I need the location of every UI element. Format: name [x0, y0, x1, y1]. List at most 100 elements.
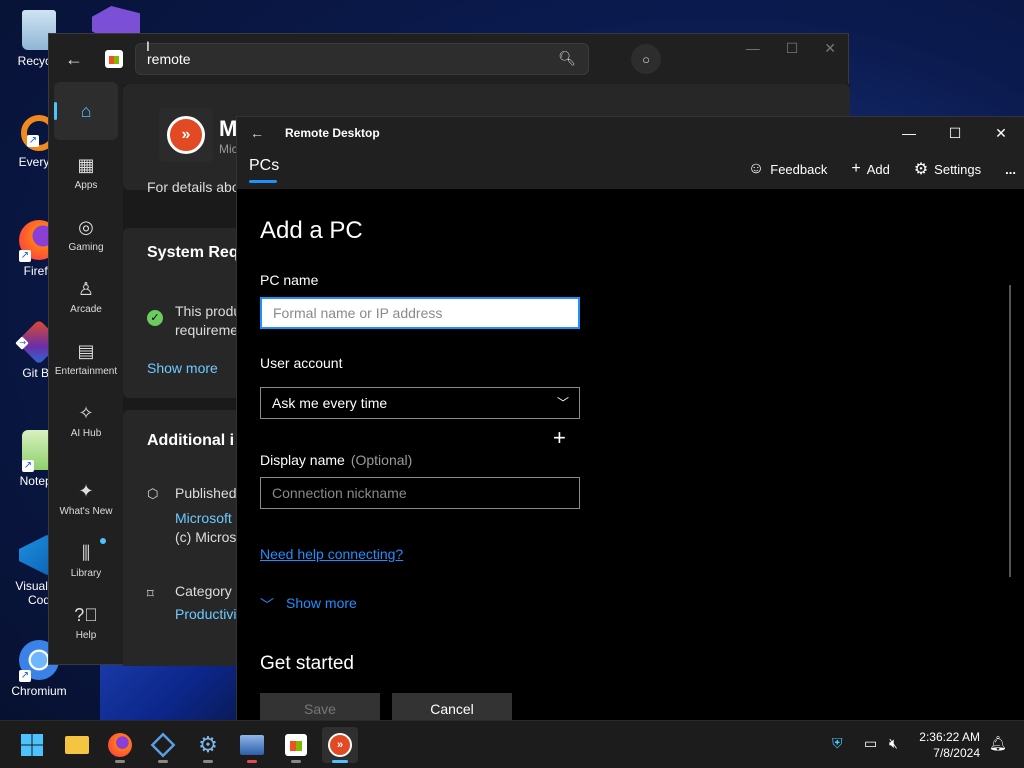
category-link[interactable]: Productivi — [175, 606, 236, 622]
chevron-down-icon: ﹀ — [556, 396, 569, 410]
sidebar-item-entertainment[interactable]: ▤ Entertainment — [54, 330, 118, 388]
shortcut-arrow-icon: ↗ — [19, 670, 31, 682]
need-help-link[interactable]: Need help connecting? — [260, 546, 403, 562]
account-icon[interactable]: ○ — [631, 44, 661, 74]
taskbar-remote-desktop[interactable]: » — [322, 727, 358, 763]
clock-date: 7/8/2024 — [933, 746, 980, 760]
more-button[interactable]: ... — [1005, 162, 1016, 177]
sidebar-item-arcade[interactable]: ♙ Arcade — [54, 268, 118, 326]
text-cursor-icon: I — [146, 38, 150, 54]
app-publisher: Mic — [219, 142, 238, 156]
desktop-icon-label: Chromium — [11, 684, 67, 698]
running-indicator — [203, 760, 213, 763]
add-user-account-icon[interactable]: + — [553, 425, 566, 451]
apps-icon: ▦ — [77, 154, 95, 175]
app-icon: » — [159, 108, 213, 162]
start-button[interactable] — [14, 727, 50, 763]
taskbar-virtualbox[interactable] — [145, 727, 181, 763]
taskbar-file-explorer[interactable] — [59, 727, 95, 763]
sidebar-item-label: AI Hub — [70, 427, 102, 439]
show-more-link[interactable]: Show more — [147, 360, 218, 376]
sidebar-item-home[interactable]: ⌂ — [54, 82, 118, 140]
clock-time: 2:36:22 AM — [919, 730, 980, 744]
optional-hint: (Optional) — [350, 452, 413, 468]
taskbar-remote-connection[interactable] — [234, 727, 270, 763]
display-name-label: Display name (Optional) — [260, 452, 412, 468]
notification-dot — [100, 538, 106, 544]
sidebar-item-library[interactable]: ⫼ Library — [54, 532, 118, 590]
add-button[interactable]: + Add — [851, 160, 889, 178]
volume-muted-icon[interactable]: 🔇︎ — [889, 735, 898, 752]
add-label: Add — [866, 161, 890, 177]
entertainment-icon: ▤ — [77, 340, 95, 361]
remote-connection-icon — [240, 735, 264, 755]
smiley-icon: ☺ — [747, 160, 765, 177]
package-icon: ⬡ — [147, 486, 159, 501]
req-line-1: This produ — [175, 303, 242, 319]
sidebar-item-label: Gaming — [68, 241, 104, 253]
search-input-value: remote — [147, 51, 191, 67]
window-controls: — ☐ ✕ — [746, 40, 836, 57]
taskbar-settings[interactable]: ⚙ — [190, 727, 226, 763]
settings-button[interactable]: ⚙ Settings — [914, 159, 981, 179]
display-name-text: Display name — [260, 452, 345, 468]
user-account-select[interactable]: Ask me every time ﹀ — [260, 387, 580, 419]
display-name-input[interactable] — [260, 477, 580, 509]
active-indicator — [332, 760, 348, 763]
search-icon[interactable]: 🔍︎ — [558, 50, 576, 67]
pc-name-label: PC name — [260, 272, 319, 288]
sidebar-item-label: What's New — [59, 505, 113, 517]
bookmark-icon: ⌑ — [147, 586, 154, 601]
sidebar-item-whats-new[interactable]: ✦ What's New — [54, 470, 118, 528]
taskbar-microsoft-store[interactable] — [278, 727, 314, 763]
network-icon[interactable]: ▭ — [864, 735, 877, 752]
store-logo-icon — [105, 50, 123, 68]
taskbar-firefox[interactable] — [102, 727, 138, 763]
close-icon[interactable]: ✕ — [824, 40, 836, 57]
minimize-icon[interactable]: — — [886, 117, 932, 149]
sidebar-item-label: Arcade — [70, 303, 102, 315]
remote-desktop-window: ← Remote Desktop — ☐ ✕ PCs ☺ Feedback + … — [236, 116, 1024, 725]
toolbar-actions: ☺ Feedback + Add ⚙ Settings ... — [748, 159, 1016, 179]
get-started-heading: Get started — [260, 653, 354, 674]
shortcut-arrow-icon: ↗ — [19, 250, 31, 262]
help-icon: ?⃝ — [74, 604, 98, 625]
details-text: For details abo — [147, 179, 240, 195]
minimize-icon[interactable]: — — [746, 40, 760, 57]
store-titlebar: ← remote 🔍︎ ○ — ☐ ✕ — [49, 34, 848, 84]
security-shield-icon[interactable]: ⛨ — [832, 735, 843, 752]
arcade-icon: ♙ — [77, 278, 95, 299]
rd-titlebar: ← Remote Desktop — ☐ ✕ — [237, 117, 1024, 149]
req-line-2: requireme — [175, 322, 239, 338]
shortcut-arrow-icon: ↗ — [22, 460, 34, 472]
scrollbar[interactable] — [1009, 285, 1011, 577]
feedback-button[interactable]: ☺ Feedback — [748, 160, 827, 178]
sidebar-item-apps[interactable]: ▦ Apps — [54, 144, 118, 202]
sidebar-item-gaming[interactable]: ◎ Gaming — [54, 206, 118, 264]
publisher-link[interactable]: Microsoft — [175, 510, 232, 526]
back-arrow-icon[interactable]: ← — [237, 125, 277, 141]
maximize-icon[interactable]: ☐ — [786, 40, 799, 57]
close-icon[interactable]: ✕ — [978, 117, 1024, 149]
windows-start-icon — [21, 734, 43, 756]
sidebar-item-label: Help — [75, 629, 97, 641]
virtualbox-icon — [150, 732, 176, 758]
check-icon: ✓ — [147, 310, 163, 326]
sidebar-item-label: Library — [70, 567, 102, 579]
tab-pcs[interactable]: PCs — [249, 157, 279, 183]
sidebar-item-help[interactable]: ?⃝ Help — [54, 594, 118, 652]
maximize-icon[interactable]: ☐ — [932, 117, 978, 149]
sidebar-item-ai-hub[interactable]: ✧ AI Hub — [54, 392, 118, 450]
user-account-label: User account — [260, 355, 343, 371]
app-title: M — [219, 116, 238, 141]
microsoft-store-icon — [285, 734, 307, 756]
rd-toolbar: PCs ☺ Feedback + Add ⚙ Settings ... — [237, 149, 1024, 189]
pc-name-input[interactable] — [260, 297, 580, 329]
window-title: Remote Desktop — [285, 126, 380, 140]
clock[interactable]: 2:36:22 AM 7/8/2024 — [919, 729, 980, 761]
show-more-toggle[interactable]: ﹀ Show more — [260, 595, 357, 615]
notification-bell-icon[interactable]: 🔔︎ — [989, 735, 1007, 752]
store-search-input[interactable]: remote 🔍︎ — [135, 43, 589, 75]
back-arrow-icon[interactable]: ← — [59, 44, 89, 74]
settings-gear-icon: ⚙ — [198, 732, 218, 757]
